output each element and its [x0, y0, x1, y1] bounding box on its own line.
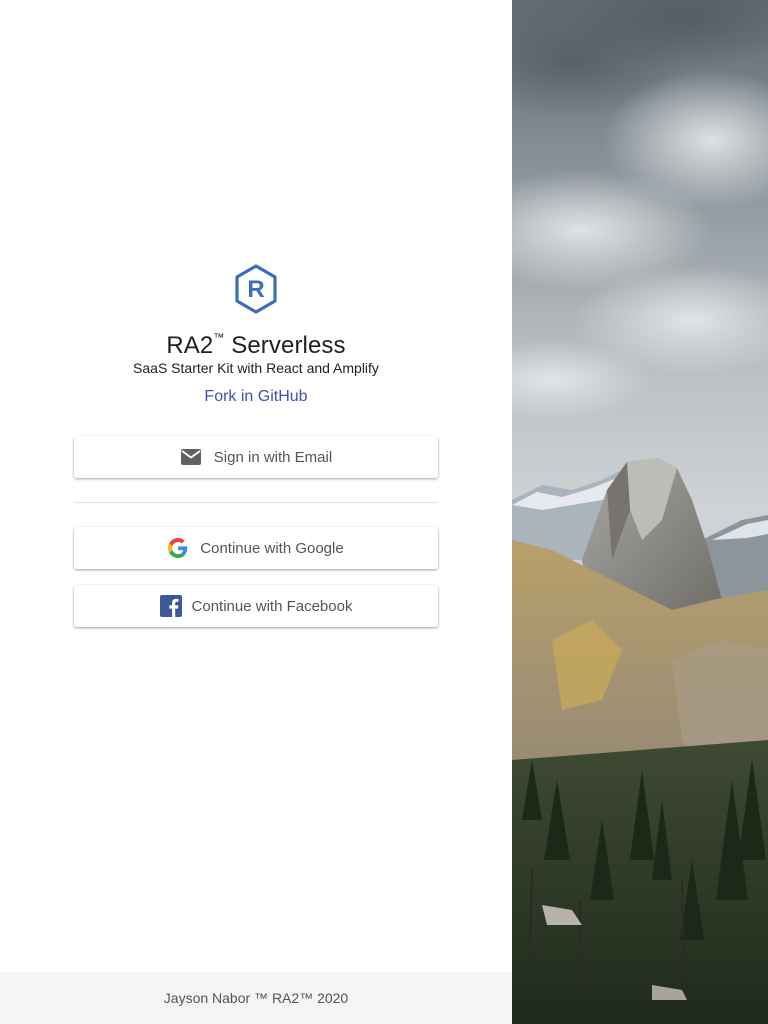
logo-letter: R [247, 276, 264, 303]
mail-icon [180, 448, 202, 466]
fork-github-link[interactable]: Fork in GitHub [204, 387, 307, 407]
continue-facebook-label: Continue with Facebook [191, 597, 353, 615]
page-subtitle: SaaS Starter Kit with React and Amplify [133, 360, 379, 376]
title-rest: Serverless [224, 332, 346, 359]
ra2-hexagon-logo-icon: R [235, 264, 277, 314]
trademark-mark: ™ [213, 332, 225, 344]
login-page: R RA2™ Serverless SaaS Starter Kit with … [0, 0, 768, 1024]
footer-text: Jayson Nabor ™ RA2™ 2020 [163, 990, 349, 1006]
continue-google-label: Continue with Google [200, 539, 344, 557]
divider [74, 502, 438, 503]
google-g-icon [168, 538, 188, 558]
sign-in-panel: R RA2™ Serverless SaaS Starter Kit with … [0, 0, 512, 1024]
page-title: RA2™ Serverless [166, 323, 345, 359]
title-main: RA2 [166, 332, 214, 359]
continue-google-button[interactable]: Continue with Google [74, 527, 438, 569]
facebook-icon [159, 595, 182, 617]
footer: Jayson Nabor ™ RA2™ 2020 [0, 972, 512, 1024]
brand-header: R RA2™ Serverless SaaS Starter Kit with … [0, 263, 512, 407]
sign-in-email-button[interactable]: Sign in with Email [74, 436, 438, 478]
mountain-landscape-photo [512, 0, 768, 1024]
continue-facebook-button[interactable]: Continue with Facebook [74, 585, 438, 627]
sign-in-email-label: Sign in with Email [213, 448, 333, 466]
